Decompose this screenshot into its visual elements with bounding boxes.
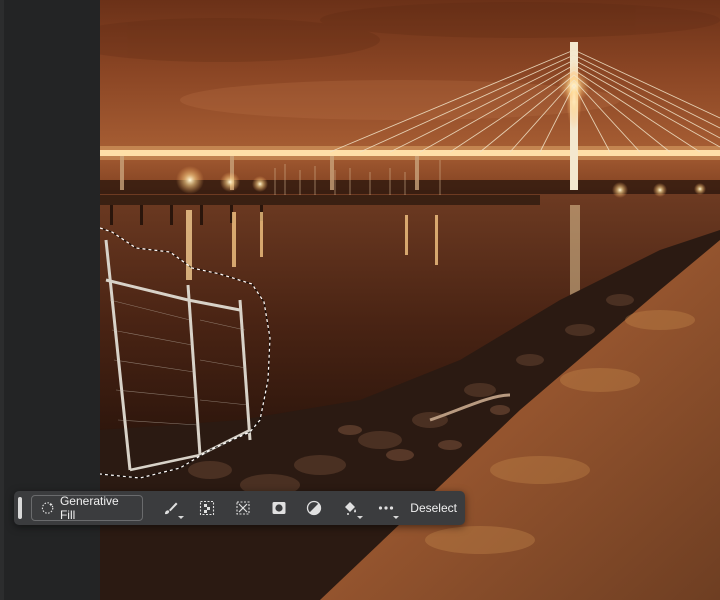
fill-icon [345, 502, 357, 515]
more-icon [379, 506, 394, 510]
generative-fill-icon [41, 502, 54, 514]
adjustment-icon [307, 500, 322, 516]
generative-fill-button[interactable]: Generative Fill [30, 494, 143, 522]
fill-button[interactable] [332, 495, 368, 521]
contextual-task-bar: Generative Fill Deselect [14, 491, 465, 525]
mask-button[interactable] [261, 495, 297, 521]
more-menu-caret [393, 516, 400, 519]
taskbar-drag-handle[interactable] [18, 497, 22, 519]
brush-button[interactable] [153, 495, 189, 521]
transform-selection-icon [236, 501, 250, 515]
panel-edge [0, 0, 4, 600]
brush-icon [164, 502, 178, 515]
fill-menu-caret [357, 516, 364, 519]
photoshop-workspace: Generative Fill Deselect [0, 0, 720, 600]
select-subject-button[interactable] [189, 495, 225, 521]
adjustment-button[interactable] [297, 495, 333, 521]
brush-menu-caret [177, 516, 184, 519]
generative-fill-label: Generative Fill [59, 494, 119, 522]
deselect-button[interactable]: Deselect [404, 501, 465, 515]
more-options-button[interactable] [368, 495, 404, 521]
select-subject-icon [199, 500, 214, 516]
mask-icon [272, 502, 286, 514]
transform-selection-button[interactable] [225, 495, 261, 521]
